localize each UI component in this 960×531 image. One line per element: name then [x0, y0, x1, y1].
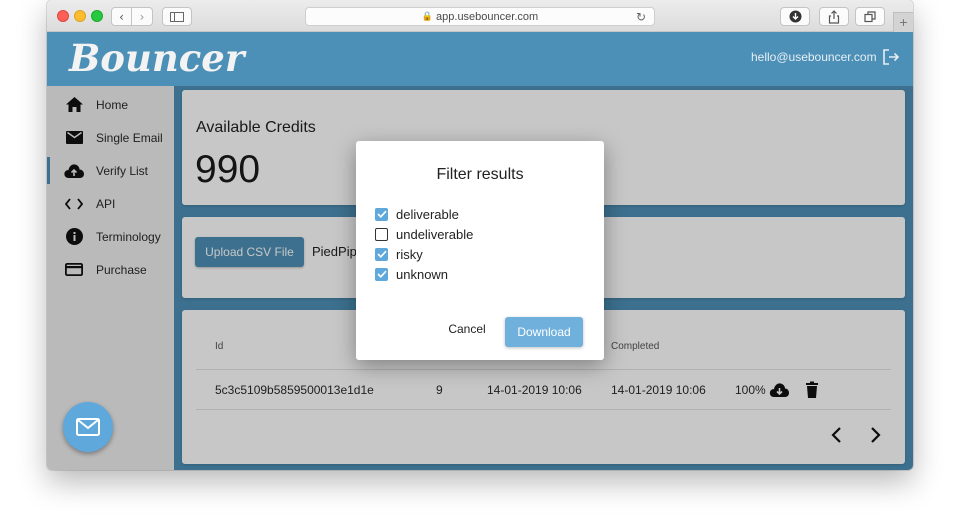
reload-icon[interactable]: ↻	[636, 10, 646, 24]
zoom-window-button[interactable]	[91, 10, 103, 22]
filter-option-unknown[interactable]: unknown	[375, 266, 448, 282]
check-icon	[376, 270, 387, 278]
minimize-window-button[interactable]	[74, 10, 86, 22]
lock-icon: 🔒	[421, 11, 434, 21]
filter-option-label: undeliverable	[396, 226, 474, 242]
checkbox-checked[interactable]	[375, 267, 388, 281]
check-icon	[376, 250, 387, 258]
sidebar-icon	[170, 11, 184, 22]
tabs-icon	[864, 10, 876, 22]
share-button[interactable]	[819, 7, 849, 26]
check-icon	[376, 210, 387, 218]
filter-option-label: deliverable	[396, 206, 459, 222]
downloads-button[interactable]	[780, 7, 810, 26]
browser-toolbar: ‹ › 🔒 app.usebouncer.com ↻ +	[47, 0, 913, 32]
download-circle-icon	[789, 10, 801, 23]
envelope-icon	[76, 418, 100, 436]
chevron-right-icon: ›	[139, 9, 145, 24]
checkbox-unchecked[interactable]	[375, 227, 388, 241]
app-header: Bouncer hello@usebouncer.com	[47, 32, 913, 86]
address-bar[interactable]: 🔒 app.usebouncer.com ↻	[305, 7, 655, 26]
chevron-left-icon: ‹	[119, 9, 124, 24]
plus-icon: +	[899, 14, 908, 30]
bouncer-logo[interactable]: Bouncer	[69, 36, 244, 80]
filter-option-label: unknown	[396, 266, 449, 282]
user-email: hello@usebouncer.com	[751, 50, 877, 64]
filter-option-label: risky	[396, 246, 423, 262]
forward-button[interactable]: ›	[132, 7, 153, 26]
dialog-title: Filter results	[436, 166, 524, 183]
checkbox-checked[interactable]	[375, 207, 388, 221]
tab-overview-button[interactable]	[855, 7, 885, 26]
sidebar-toggle-button[interactable]	[162, 7, 192, 26]
download-button[interactable]: Download	[505, 317, 583, 347]
logout-icon[interactable]	[881, 47, 901, 67]
back-button[interactable]: ‹	[111, 7, 132, 26]
chat-button[interactable]	[63, 402, 113, 452]
close-window-button[interactable]	[57, 10, 69, 22]
filter-option-deliverable[interactable]: deliverable	[375, 206, 459, 222]
share-icon	[828, 9, 840, 24]
url-text: app.usebouncer.com	[436, 10, 539, 23]
cancel-button[interactable]: Cancel	[440, 322, 494, 336]
filter-option-undeliverable[interactable]: undeliverable	[375, 226, 473, 242]
filter-results-dialog: Filter results deliverable undeliverable…	[356, 141, 604, 360]
new-tab-button[interactable]: +	[893, 12, 913, 32]
browser-window: ‹ › 🔒 app.usebouncer.com ↻ + Bouncer hel…	[47, 0, 913, 470]
checkbox-checked[interactable]	[375, 247, 388, 261]
filter-option-risky[interactable]: risky	[375, 246, 423, 262]
